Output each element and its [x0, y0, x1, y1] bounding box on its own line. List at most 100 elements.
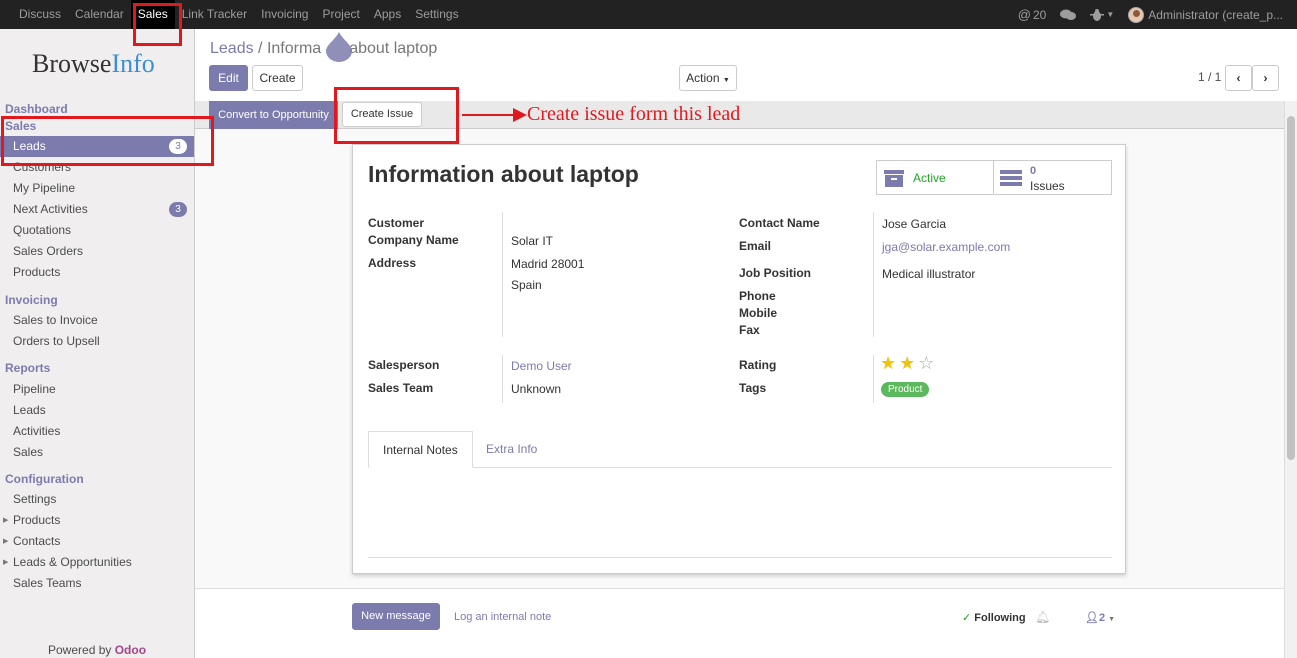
pager-previous-button[interactable]: ‹	[1225, 65, 1252, 91]
issues-label: Issues	[1030, 179, 1065, 193]
sidebar-item-orders-to-upsell[interactable]: Orders to Upsell	[0, 331, 194, 352]
contact-name-value: Jose Garcia	[882, 217, 947, 231]
customer-label: Customer	[368, 216, 425, 230]
chevron-left-icon: ‹	[1236, 71, 1241, 85]
star-filled-icon[interactable]: ★	[880, 353, 896, 373]
sidebar-dashboard[interactable]: Dashboard	[5, 102, 68, 116]
menu-calendar[interactable]: Calendar	[68, 0, 131, 29]
rating-stars[interactable]: ★ ★ ☆	[880, 353, 937, 373]
salesperson-link[interactable]: Demo User	[511, 359, 572, 373]
job-position-label: Job Position	[739, 266, 811, 280]
sidebar-item-quotations[interactable]: Quotations	[0, 220, 194, 241]
pager-value[interactable]: 1 / 1	[1198, 70, 1221, 84]
sidebar-section-configuration: Configuration	[5, 472, 84, 486]
menu-invoicing[interactable]: Invoicing	[254, 0, 315, 29]
followers-dropdown[interactable]: 👤︎2 ▼	[1085, 611, 1115, 624]
edit-button[interactable]: Edit	[209, 65, 248, 91]
sidebar-item-config-sales-teams[interactable]: Sales Teams	[0, 573, 194, 594]
sidebar-item-config-settings[interactable]: Settings	[0, 489, 194, 510]
sidebar-item-config-contacts[interactable]: ▶ Contacts	[0, 531, 194, 552]
issues-count: 0	[1030, 165, 1037, 177]
address-label: Address	[368, 256, 417, 270]
sales-team-label: Sales Team	[368, 381, 434, 395]
sidebar-item-sales-to-invoice[interactable]: Sales to Invoice	[0, 310, 194, 331]
sidebar-item-products[interactable]: Products	[0, 262, 194, 283]
pager-next-button[interactable]: ›	[1252, 65, 1279, 91]
email-label: Email	[739, 239, 772, 253]
sidebar-item-report-sales[interactable]: Sales	[0, 442, 194, 463]
sidebar-item-config-leads-opportunities[interactable]: ▶ Leads & Opportunities	[0, 552, 194, 573]
caret-right-icon: ▶	[3, 517, 9, 524]
breadcrumb-current: Informa about laptop	[266, 40, 438, 57]
sidebar-item-sales-orders[interactable]: Sales Orders	[0, 241, 194, 262]
sidebar-item-report-leads[interactable]: Leads	[0, 400, 194, 421]
bell-icon[interactable]: 🔔︎	[1035, 610, 1050, 624]
log-note-link[interactable]: Log an internal note	[454, 611, 551, 623]
tags-label: Tags	[739, 381, 767, 395]
user-icon: 👤︎	[1085, 612, 1099, 624]
bug-icon	[1090, 9, 1105, 21]
odoo-link[interactable]: Odoo	[115, 643, 146, 657]
chat-button[interactable]	[1060, 9, 1077, 21]
sidebar-section-reports: Reports	[5, 361, 51, 375]
check-icon: ✓	[962, 612, 972, 624]
star-empty-icon[interactable]: ☆	[918, 353, 934, 373]
sidebar-item-report-activities[interactable]: Activities	[0, 421, 194, 442]
user-menu[interactable]: Administrator (create_p...	[1128, 6, 1283, 23]
menu-link-tracker[interactable]: Link Tracker	[175, 0, 254, 29]
scrollbar-thumb[interactable]	[1287, 116, 1295, 460]
mentions-count: 20	[1033, 7, 1047, 22]
field-divider	[873, 212, 874, 337]
menu-settings[interactable]: Settings	[408, 0, 465, 29]
chevron-down-icon: ▼	[1106, 10, 1115, 19]
sales-team-value: Unknown	[511, 382, 562, 396]
contact-name-label: Contact Name	[739, 216, 820, 230]
at-icon: @	[1017, 7, 1031, 22]
sidebar-item-next-activities[interactable]: Next Activities 3	[0, 199, 194, 220]
caret-down-icon: ▼	[722, 77, 730, 84]
mentions-indicator[interactable]: @ 20	[1018, 7, 1047, 22]
sidebar-item-my-pipeline[interactable]: My Pipeline	[0, 178, 194, 199]
rating-label: Rating	[739, 358, 777, 372]
annotation-arrow-line	[462, 114, 517, 116]
sidebar-item-config-products[interactable]: ▶ Products	[0, 510, 194, 531]
chatter-divider	[195, 588, 1284, 589]
star-filled-icon[interactable]: ★	[899, 353, 915, 373]
create-button[interactable]: Create	[252, 65, 303, 91]
caret-down-icon: ▼	[1108, 616, 1116, 623]
action-dropdown[interactable]: Action ▼	[679, 65, 737, 91]
email-link[interactable]: jga@solar.example.com	[882, 240, 1010, 254]
convert-to-opportunity-button[interactable]: Convert to Opportunity	[209, 101, 338, 129]
top-navbar: Discuss Calendar Sales Link Tracker Invo…	[0, 0, 1297, 29]
job-position-value: Medical illustrator	[882, 267, 976, 281]
user-name: Administrator (create_p...	[1148, 7, 1283, 22]
sidebar-item-report-pipeline[interactable]: Pipeline	[0, 379, 194, 400]
arrow-right-icon	[513, 108, 527, 122]
sidebar-section-invoicing: Invoicing	[5, 293, 58, 307]
menu-project[interactable]: Project	[315, 0, 366, 29]
chat-icon	[1060, 9, 1077, 20]
activities-count-badge: 3	[169, 202, 187, 217]
breadcrumb: Leads / Informa about laptop	[210, 40, 438, 57]
cursor-drop-icon	[326, 32, 352, 62]
menu-discuss[interactable]: Discuss	[12, 0, 68, 29]
notes-divider	[368, 557, 1112, 558]
breadcrumb-leads-link[interactable]: Leads	[210, 40, 254, 57]
notebook-tabs: Internal Notes Extra Info	[368, 431, 1112, 468]
tag-product-badge: Product	[881, 382, 930, 397]
new-message-button[interactable]: New message	[352, 603, 440, 630]
following-button[interactable]: ✓ Following	[962, 611, 1026, 624]
menu-apps[interactable]: Apps	[367, 0, 408, 29]
active-toggle-button[interactable]: Active	[876, 160, 994, 195]
field-divider	[873, 355, 874, 403]
address-line-1: Madrid 28001	[511, 257, 585, 271]
tab-extra-info[interactable]: Extra Info	[472, 431, 551, 468]
annotation-text: Create issue form this lead	[527, 103, 741, 125]
company-name-value: Solar IT	[511, 234, 554, 248]
browseinfo-logo[interactable]: BrowseInfo	[32, 49, 155, 79]
app-menu: Discuss Calendar Sales Link Tracker Invo…	[12, 0, 466, 29]
field-divider	[502, 212, 503, 337]
debug-button[interactable]: ▼	[1090, 8, 1114, 21]
issues-smart-button[interactable]: 0 Issues	[993, 160, 1112, 195]
tab-internal-notes[interactable]: Internal Notes	[368, 431, 473, 468]
